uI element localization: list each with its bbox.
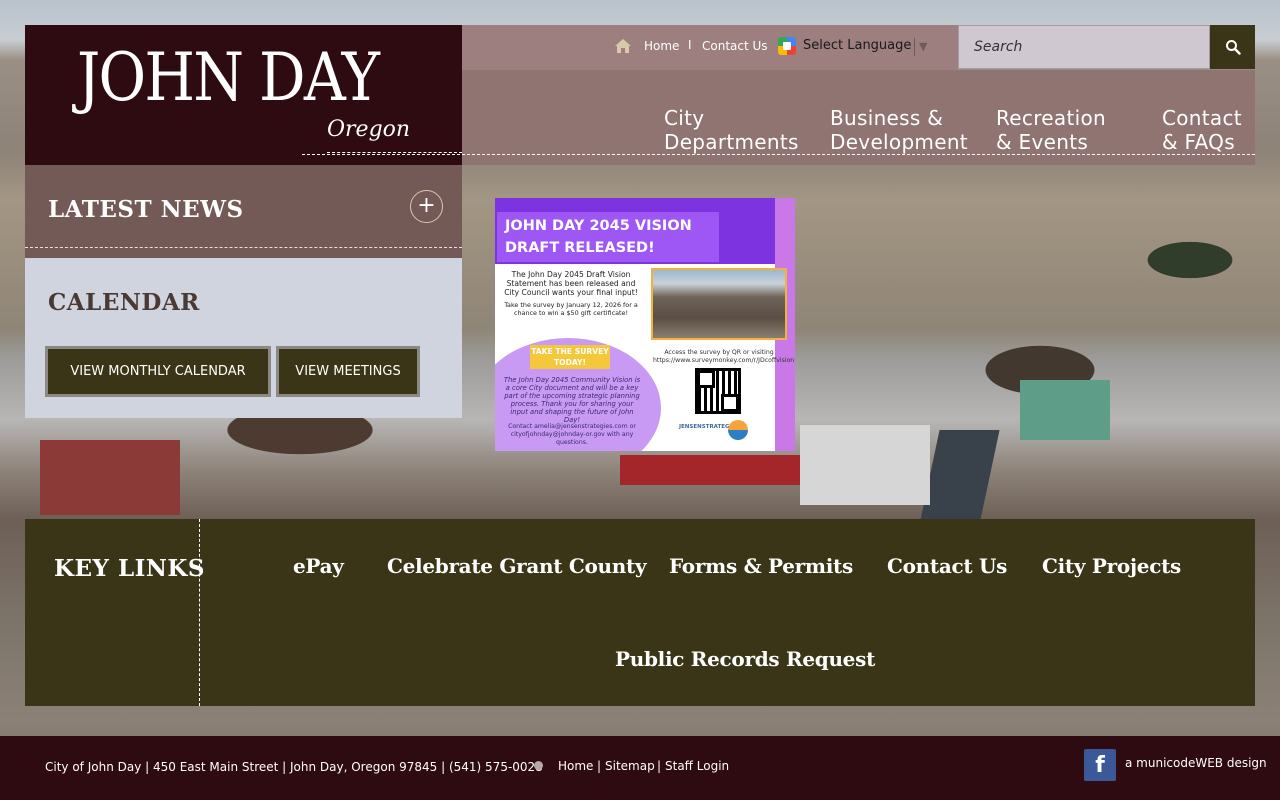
footer-address: City of John Day | 450 East Main Street … xyxy=(45,760,543,774)
background-river xyxy=(920,430,1000,520)
site-logo[interactable]: JOHN DAY Oregon xyxy=(25,25,462,165)
key-links-title: KEY LINKS xyxy=(54,555,206,582)
footer-bullet-icon xyxy=(534,761,543,770)
feature-headline: JOHN DAY 2045 VISION DRAFT RELEASED! xyxy=(497,212,719,262)
utility-contact-link[interactable]: Contact Us xyxy=(702,39,768,53)
feature-body: The John Day 2045 Draft Vision Statement… xyxy=(504,270,638,297)
nav-city-departments[interactable]: City Departments xyxy=(664,106,799,154)
view-monthly-calendar-button[interactable]: VIEW MONTHLY CALENDAR xyxy=(45,346,271,397)
utility-home-link[interactable]: Home xyxy=(644,39,679,53)
feature-blob-text: The John Day 2045 Community Vision is a … xyxy=(503,376,641,424)
site-subtitle: Oregon xyxy=(327,117,411,142)
key-link-public-records-request[interactable]: Public Records Request xyxy=(615,647,875,671)
key-link-epay[interactable]: ePay xyxy=(293,554,344,578)
latest-news-title[interactable]: LATEST NEWS xyxy=(48,196,244,223)
search-button[interactable] xyxy=(1210,25,1255,69)
utility-separator: I xyxy=(688,38,692,52)
search-icon xyxy=(1226,40,1241,55)
feature-access-text: Access the survey by QR or visiting http… xyxy=(653,349,795,364)
utility-bar: Home I Contact Us Select Language ▼ xyxy=(462,25,958,70)
background-green-house xyxy=(1020,380,1110,440)
chevron-down-icon[interactable]: ▼ xyxy=(914,38,932,56)
key-links-divider xyxy=(199,519,200,706)
qr-code-icon xyxy=(695,368,741,414)
footer-staff-login-link[interactable]: Staff Login xyxy=(665,759,729,773)
calendar-title: CALENDAR xyxy=(48,289,200,316)
feature-body-text: The John Day 2045 Draft Vision Statement… xyxy=(501,270,641,317)
expand-plus-icon[interactable]: + xyxy=(410,190,443,223)
vision-draft-feature-graphic[interactable]: JOHN DAY 2045 VISION DRAFT RELEASED! The… xyxy=(495,198,795,451)
john-day-seal-logo xyxy=(728,420,748,440)
site-title: JOHN DAY xyxy=(77,39,380,116)
key-link-celebrate-grant-county[interactable]: Celebrate Grant County xyxy=(387,554,647,578)
key-link-forms-permits[interactable]: Forms & Permits xyxy=(669,554,853,578)
nav-contact-faqs[interactable]: Contact & FAQs xyxy=(1162,106,1242,154)
nav-business-development[interactable]: Business & Development xyxy=(830,106,968,154)
background-brick-building xyxy=(40,440,180,515)
view-meetings-button[interactable]: VIEW MEETINGS xyxy=(276,346,420,397)
footer-separator: | xyxy=(597,759,602,773)
background-red-roof xyxy=(620,455,800,485)
key-link-city-projects[interactable]: City Projects xyxy=(1042,554,1181,578)
key-links-panel: KEY LINKS ePay Celebrate Grant County Fo… xyxy=(25,519,1255,706)
feature-contact-text: Contact amelia@jensenstrategies.com or c… xyxy=(508,423,636,446)
key-link-contact-us[interactable]: Contact Us xyxy=(887,554,1007,578)
logo-divider xyxy=(327,152,462,153)
feature-town-photo xyxy=(651,268,787,340)
latest-news-panel: LATEST NEWS + xyxy=(25,165,462,258)
nav-recreation-events[interactable]: Recreation & Events xyxy=(996,106,1106,154)
main-nav: City Departments Business & Development … xyxy=(302,70,1255,165)
feature-cta-badge: TAKE THE SURVEY TODAY! xyxy=(530,345,610,369)
footer-separator: | xyxy=(657,759,662,773)
home-icon[interactable] xyxy=(614,38,632,54)
feature-survey-note: Take the survey by January 12, 2026 for … xyxy=(504,301,638,317)
search-input[interactable] xyxy=(958,25,1210,69)
footer-sitemap-link[interactable]: Sitemap xyxy=(605,759,655,773)
background-white-building xyxy=(800,425,930,505)
site-footer: City of John Day | 450 East Main Street … xyxy=(0,736,1280,800)
language-select[interactable]: Select Language xyxy=(803,38,911,53)
google-translate-icon xyxy=(778,37,796,55)
facebook-icon[interactable]: f xyxy=(1084,749,1116,781)
footer-credit[interactable]: a municodeWEB design xyxy=(1125,756,1267,770)
calendar-panel: CALENDAR VIEW MONTHLY CALENDAR VIEW MEET… xyxy=(25,258,462,418)
footer-home-link[interactable]: Home xyxy=(558,759,593,773)
